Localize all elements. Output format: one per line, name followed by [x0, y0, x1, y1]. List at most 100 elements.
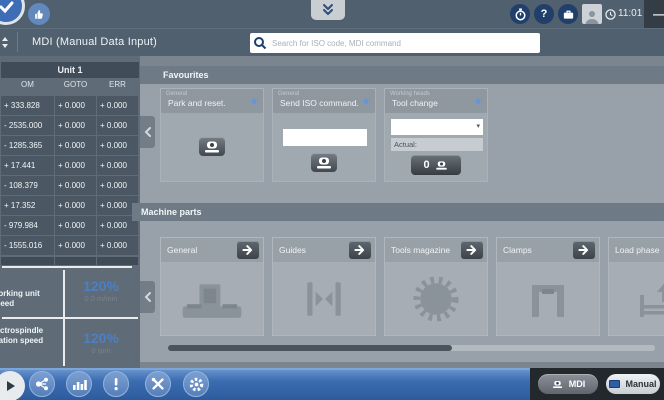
favourites-collapse-handle[interactable] — [140, 116, 155, 148]
axis-value-cell: + 17.352 — [1, 196, 54, 215]
bar-chart-icon — [71, 376, 87, 392]
axis-value-cell: + 0.000 — [55, 176, 96, 195]
check-icon — [0, 0, 22, 22]
machine-parts-collapse-handle[interactable] — [140, 281, 155, 313]
monitor-icon — [609, 380, 620, 388]
axis-value-cell: - 1555.016 — [1, 236, 54, 255]
electrospindle-speed-value[interactable]: 120% 0 rpm — [66, 330, 136, 355]
machine-parts-header: Machine parts — [132, 203, 664, 221]
process-nodes-button[interactable] — [29, 371, 55, 397]
actual-tool-field: Actual: — [391, 138, 483, 151]
arrow-right-icon — [577, 243, 591, 257]
card-category: Working heads — [385, 89, 487, 97]
axis-value-cell: - 108.379 — [1, 176, 54, 195]
sort-arrows-icon[interactable] — [0, 34, 12, 51]
machine-part-card-general[interactable]: General — [160, 237, 264, 336]
mode-manual-button[interactable]: Manual — [606, 374, 660, 394]
person-icon — [584, 9, 600, 24]
thumbs-up-button[interactable] — [28, 3, 50, 25]
top-bar: ? 11:01 — — [0, 0, 664, 28]
favourites-section: General Park and reset. ★ General Send I… — [140, 84, 664, 203]
tool-change-execute-button[interactable]: 0 — [411, 155, 461, 175]
axis-value-cell: + 0.000 — [97, 136, 138, 155]
axis-value-cell: + 0.000 — [97, 96, 138, 115]
maintenance-button[interactable] — [145, 371, 171, 397]
timer-button[interactable] — [510, 4, 530, 24]
open-part-button[interactable] — [349, 241, 371, 259]
open-part-button[interactable] — [461, 241, 483, 259]
favourite-card-park-and-reset[interactable]: General Park and reset. ★ — [160, 88, 264, 182]
axes-table-clipped-row — [1, 257, 139, 265]
favourite-star-icon[interactable]: ★ — [361, 97, 371, 108]
alarms-button[interactable] — [103, 371, 129, 397]
clamp-gantry-icon — [518, 276, 578, 322]
axis-value-cell: + 0.000 — [55, 196, 96, 215]
dropdown-arrow-icon: ▾ — [476, 123, 480, 130]
axis-value-cell: + 0.000 — [97, 236, 138, 255]
axis-value-cell: + 0.000 — [55, 96, 96, 115]
mode-mdi-button[interactable]: MDI — [538, 374, 598, 394]
axis-value-cell: - 979.984 — [1, 216, 54, 235]
tool-disc-icon — [409, 274, 463, 324]
column-header: OM — [1, 80, 54, 89]
search-bar[interactable] — [250, 33, 540, 53]
card-title: Send ISO command. — [273, 97, 375, 108]
execute-button[interactable] — [199, 137, 225, 156]
help-icon: ? — [541, 8, 548, 20]
axis-value-cell: + 333.828 — [1, 96, 54, 115]
open-part-button[interactable] — [573, 241, 595, 259]
machine-part-card-clamps[interactable]: Clamps — [496, 237, 600, 336]
user-avatar[interactable] — [582, 4, 602, 24]
chevron-left-icon — [143, 291, 153, 303]
clock-time: 11:01 — [618, 8, 642, 19]
toolbox-icon — [562, 8, 575, 21]
stopwatch-icon — [514, 8, 527, 21]
run-button[interactable] — [0, 371, 25, 400]
machine-parts-scrollbar-thumb[interactable] — [168, 345, 452, 351]
search-input[interactable] — [270, 38, 540, 49]
help-button[interactable]: ? — [534, 4, 554, 24]
card-title: Park and reset. — [161, 97, 263, 108]
status-check-badge[interactable] — [0, 0, 25, 25]
search-icon — [250, 36, 270, 50]
machine-part-card-guides[interactable]: Guides — [272, 237, 376, 336]
toolbox-button[interactable] — [558, 4, 578, 24]
card-category: General — [161, 89, 263, 97]
axis-value-cell: - 2535.000 — [1, 116, 54, 135]
favourite-card-send-iso-command[interactable]: General Send ISO command. ★ — [272, 88, 376, 182]
unit-panel-title: Unit 1 — [1, 62, 139, 78]
machine-run-icon — [314, 156, 334, 170]
titlebar-divider — [17, 32, 18, 52]
favourite-card-tool-change[interactable]: Working heads Tool change ★ ▾ Actual: 0 — [384, 88, 488, 182]
axis-value-cell: + 17.441 — [1, 156, 54, 175]
favourite-star-icon[interactable]: ★ — [473, 97, 483, 108]
settings-button[interactable] — [183, 371, 209, 397]
nodes-icon — [34, 376, 50, 392]
unit-axes-panel: Unit 1 OM GOTO ERR + 333.828 + 0.000 + 0… — [0, 56, 140, 368]
mode-manual-label: Manual — [625, 379, 656, 389]
working-unit-speed-value[interactable]: 120% 0.0 m/min — [66, 278, 136, 303]
tool-select[interactable]: ▾ — [391, 119, 483, 135]
panel-collapse-tab[interactable] — [311, 0, 345, 20]
favourite-star-icon[interactable]: ★ — [249, 97, 259, 108]
execute-button[interactable] — [311, 153, 337, 172]
mdi-screen: ? 11:01 — MDI (Manual Data Input) — [0, 0, 664, 400]
axis-value-cell: + 0.000 — [97, 176, 138, 195]
axis-value-cell: + 0.000 — [55, 236, 96, 255]
tools-icon — [150, 376, 166, 392]
machine-bed-icon — [180, 276, 244, 322]
statistics-button[interactable] — [66, 371, 92, 397]
axes-table: + 333.828 + 0.000 + 0.000 - 2535.000 + 0… — [1, 96, 139, 255]
machine-parts-section: General Guides — [140, 221, 664, 362]
minimize-button[interactable]: — — [644, 0, 664, 28]
load-arrow-icon — [630, 276, 664, 322]
open-part-button[interactable] — [237, 241, 259, 259]
iso-command-input[interactable] — [283, 129, 367, 146]
divider — [2, 266, 132, 268]
machine-part-card-tools-magazine[interactable]: Tools magazine — [384, 237, 488, 336]
machine-part-card-load-phase[interactable]: Load phase — [608, 237, 664, 336]
clock-icon — [605, 9, 616, 20]
axis-value-cell: + 0.000 — [55, 156, 96, 175]
working-unit-speed-label: Working unit speed — [0, 289, 61, 309]
favourites-header: Favourites — [140, 66, 664, 84]
